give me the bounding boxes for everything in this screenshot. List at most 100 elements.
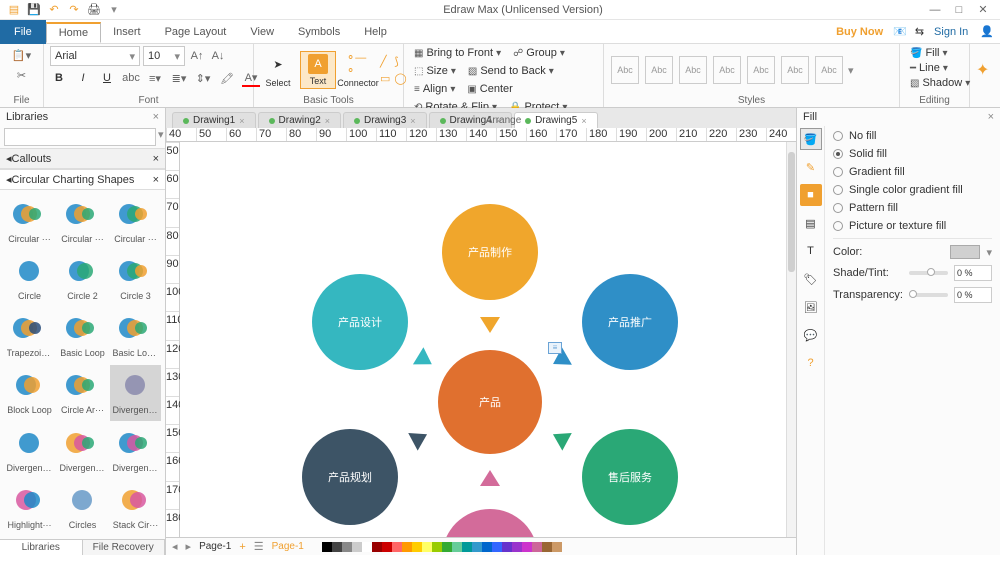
style-preset[interactable]: Abc bbox=[747, 56, 775, 84]
select-tool[interactable]: ➤Select bbox=[260, 50, 296, 90]
linespace-icon[interactable]: ⇕▾ bbox=[194, 69, 212, 87]
shape-thumbnail[interactable]: Block Loop bbox=[4, 365, 55, 420]
shape-thumbnail[interactable]: Highlight··· bbox=[4, 480, 55, 535]
close-button[interactable]: ✕ bbox=[974, 3, 992, 16]
user-icon[interactable]: 👤 bbox=[974, 25, 1000, 38]
transparency-slider[interactable] bbox=[909, 293, 948, 297]
fill-option-gradient[interactable]: Gradient fill bbox=[833, 166, 992, 178]
sync-icon[interactable]: ⇆ bbox=[911, 25, 928, 38]
font-name-combo[interactable]: Arial▾ bbox=[50, 46, 140, 66]
bring-front-button[interactable]: ▦ Bring to Front ▾ bbox=[410, 46, 505, 60]
save-icon[interactable]: 💾 bbox=[26, 2, 42, 18]
canvas[interactable]: 产品制作产品推广售后服务产品调整产品规划产品设计产品≡ bbox=[180, 142, 796, 537]
align-icon[interactable]: ≡▾ bbox=[146, 69, 164, 87]
shape-thumbnail[interactable]: Circular ··· bbox=[57, 194, 108, 249]
prev-page-icon[interactable]: ◂ bbox=[172, 540, 178, 553]
maximize-button[interactable]: □ bbox=[950, 4, 968, 16]
group-button[interactable]: ☍ Group ▾ bbox=[509, 46, 569, 60]
next-page-icon[interactable]: ▸ bbox=[186, 540, 192, 553]
color-picker[interactable] bbox=[950, 245, 980, 259]
shape-thumbnail[interactable]: Divergent··· bbox=[57, 423, 108, 478]
line-shape-icon[interactable]: ╱ bbox=[380, 55, 390, 68]
styles-more-icon[interactable]: ▾ bbox=[848, 64, 854, 77]
connector-tool[interactable]: ⚬—⚬Connector bbox=[340, 50, 376, 90]
fill-option-singlegradient[interactable]: Single color gradient fill bbox=[833, 184, 992, 196]
color-dropdown-icon[interactable]: ▾ bbox=[986, 246, 992, 259]
transparency-spinner[interactable]: 0 % bbox=[954, 287, 992, 303]
fill-option-picture[interactable]: Picture or texture fill bbox=[833, 220, 992, 232]
shape-thumbnail[interactable]: Circle Ar··· bbox=[57, 365, 108, 420]
line-tool-icon[interactable]: ✎ bbox=[800, 156, 822, 178]
accordion-circular[interactable]: ◂ Circular Charting Shapes× bbox=[0, 169, 165, 190]
style-preset[interactable]: Abc bbox=[713, 56, 741, 84]
tab-symbols[interactable]: Symbols bbox=[286, 23, 352, 41]
fill-dropdown[interactable]: 🪣 Fill ▾ bbox=[906, 46, 952, 60]
diagram-node[interactable]: 产品规划 bbox=[302, 429, 398, 525]
shrink-font-icon[interactable]: A↓ bbox=[209, 47, 227, 65]
highlight-icon[interactable]: 🖍 bbox=[218, 69, 236, 87]
diagram-node[interactable]: 产品 bbox=[438, 350, 542, 454]
diagram-node[interactable]: 产品制作 bbox=[442, 204, 538, 300]
strike-icon[interactable]: abc bbox=[122, 69, 140, 87]
fill-option-pattern[interactable]: Pattern fill bbox=[833, 202, 992, 214]
cut-icon[interactable]: ✂ bbox=[13, 66, 31, 84]
paste-icon[interactable]: 📋▾ bbox=[12, 46, 31, 64]
print-icon[interactable]: 🖨 bbox=[86, 2, 102, 18]
shape-thumbnail[interactable]: Basic Loo··· bbox=[110, 308, 161, 363]
search-input[interactable] bbox=[4, 128, 156, 146]
signin-link[interactable]: Sign In bbox=[928, 26, 974, 38]
bold-icon[interactable]: B bbox=[50, 69, 68, 87]
shape-thumbnail[interactable]: Divergent··· bbox=[110, 365, 161, 420]
minimize-button[interactable]: — bbox=[926, 4, 944, 16]
text-tool-icon[interactable]: T bbox=[800, 240, 822, 262]
close-icon[interactable]: × bbox=[239, 116, 244, 126]
shape-thumbnail[interactable]: Circle bbox=[4, 251, 55, 306]
share-icon[interactable]: 📧 bbox=[889, 25, 911, 38]
tag-tool-icon[interactable]: 🏷 bbox=[800, 268, 822, 290]
help-tool-icon[interactable]: ? bbox=[800, 352, 822, 374]
shape-thumbnail[interactable]: Trapezoid··· bbox=[4, 308, 55, 363]
page-tab-2[interactable]: Page-1 bbox=[272, 541, 304, 552]
style-preset[interactable]: Abc bbox=[645, 56, 673, 84]
shape-thumbnail[interactable]: Divergent··· bbox=[4, 423, 55, 478]
layers-tool-icon[interactable]: ▤ bbox=[800, 212, 822, 234]
qat-dropdown-icon[interactable]: ▾ bbox=[106, 2, 122, 18]
shape-thumbnail[interactable]: Basic Loop bbox=[57, 308, 108, 363]
tab-view[interactable]: View bbox=[238, 23, 286, 41]
shape-thumbnail[interactable]: Circles bbox=[57, 480, 108, 535]
doc-tab[interactable]: Drawing2 × bbox=[258, 112, 342, 128]
page-tab[interactable]: Page-1 bbox=[199, 541, 231, 552]
style-preset[interactable]: Abc bbox=[679, 56, 707, 84]
italic-icon[interactable]: I bbox=[74, 69, 92, 87]
diagram-node[interactable]: 产品推广 bbox=[582, 274, 678, 370]
tab-filerecovery[interactable]: File Recovery bbox=[83, 540, 166, 555]
bullets-icon[interactable]: ≣▾ bbox=[170, 69, 188, 87]
line-dropdown[interactable]: ━ Line ▾ bbox=[906, 61, 952, 75]
close-icon[interactable]: × bbox=[325, 116, 330, 126]
redo-icon[interactable]: ↷ bbox=[66, 2, 82, 18]
fill-option-nofill[interactable]: No fill bbox=[833, 130, 992, 142]
paint-tool-icon[interactable]: ■ bbox=[800, 184, 822, 206]
search-dropdown-icon[interactable]: ▾ bbox=[158, 128, 164, 146]
style-preset[interactable]: Abc bbox=[815, 56, 843, 84]
find-icon[interactable]: ✦ bbox=[976, 60, 989, 80]
shape-thumbnail[interactable]: Stack Cir··· bbox=[110, 480, 161, 535]
tab-libraries[interactable]: Libraries bbox=[0, 540, 83, 555]
shadow-dropdown[interactable]: ▧ Shadow ▾ bbox=[906, 76, 974, 90]
color-swatches[interactable] bbox=[322, 542, 562, 552]
fill-tool-icon[interactable]: 🪣 bbox=[800, 128, 822, 150]
comment-tool-icon[interactable]: 💬 bbox=[800, 324, 822, 346]
style-preset[interactable]: Abc bbox=[781, 56, 809, 84]
tab-help[interactable]: Help bbox=[352, 23, 399, 41]
shape-thumbnail[interactable]: Circular ··· bbox=[110, 194, 161, 249]
buy-now-link[interactable]: Buy Now bbox=[830, 26, 889, 38]
rect-shape-icon[interactable]: ▭ bbox=[380, 72, 390, 85]
tab-insert[interactable]: Insert bbox=[101, 23, 153, 41]
underline-icon[interactable]: U bbox=[98, 69, 116, 87]
center-button[interactable]: ▣ Center bbox=[463, 82, 516, 96]
font-size-combo[interactable]: 10▾ bbox=[143, 46, 185, 66]
close-icon[interactable]: × bbox=[153, 111, 159, 123]
shade-spinner[interactable]: 0 % bbox=[954, 265, 992, 281]
page-list-icon[interactable]: ☰ bbox=[254, 540, 264, 553]
diagram-node[interactable]: 售后服务 bbox=[582, 429, 678, 525]
